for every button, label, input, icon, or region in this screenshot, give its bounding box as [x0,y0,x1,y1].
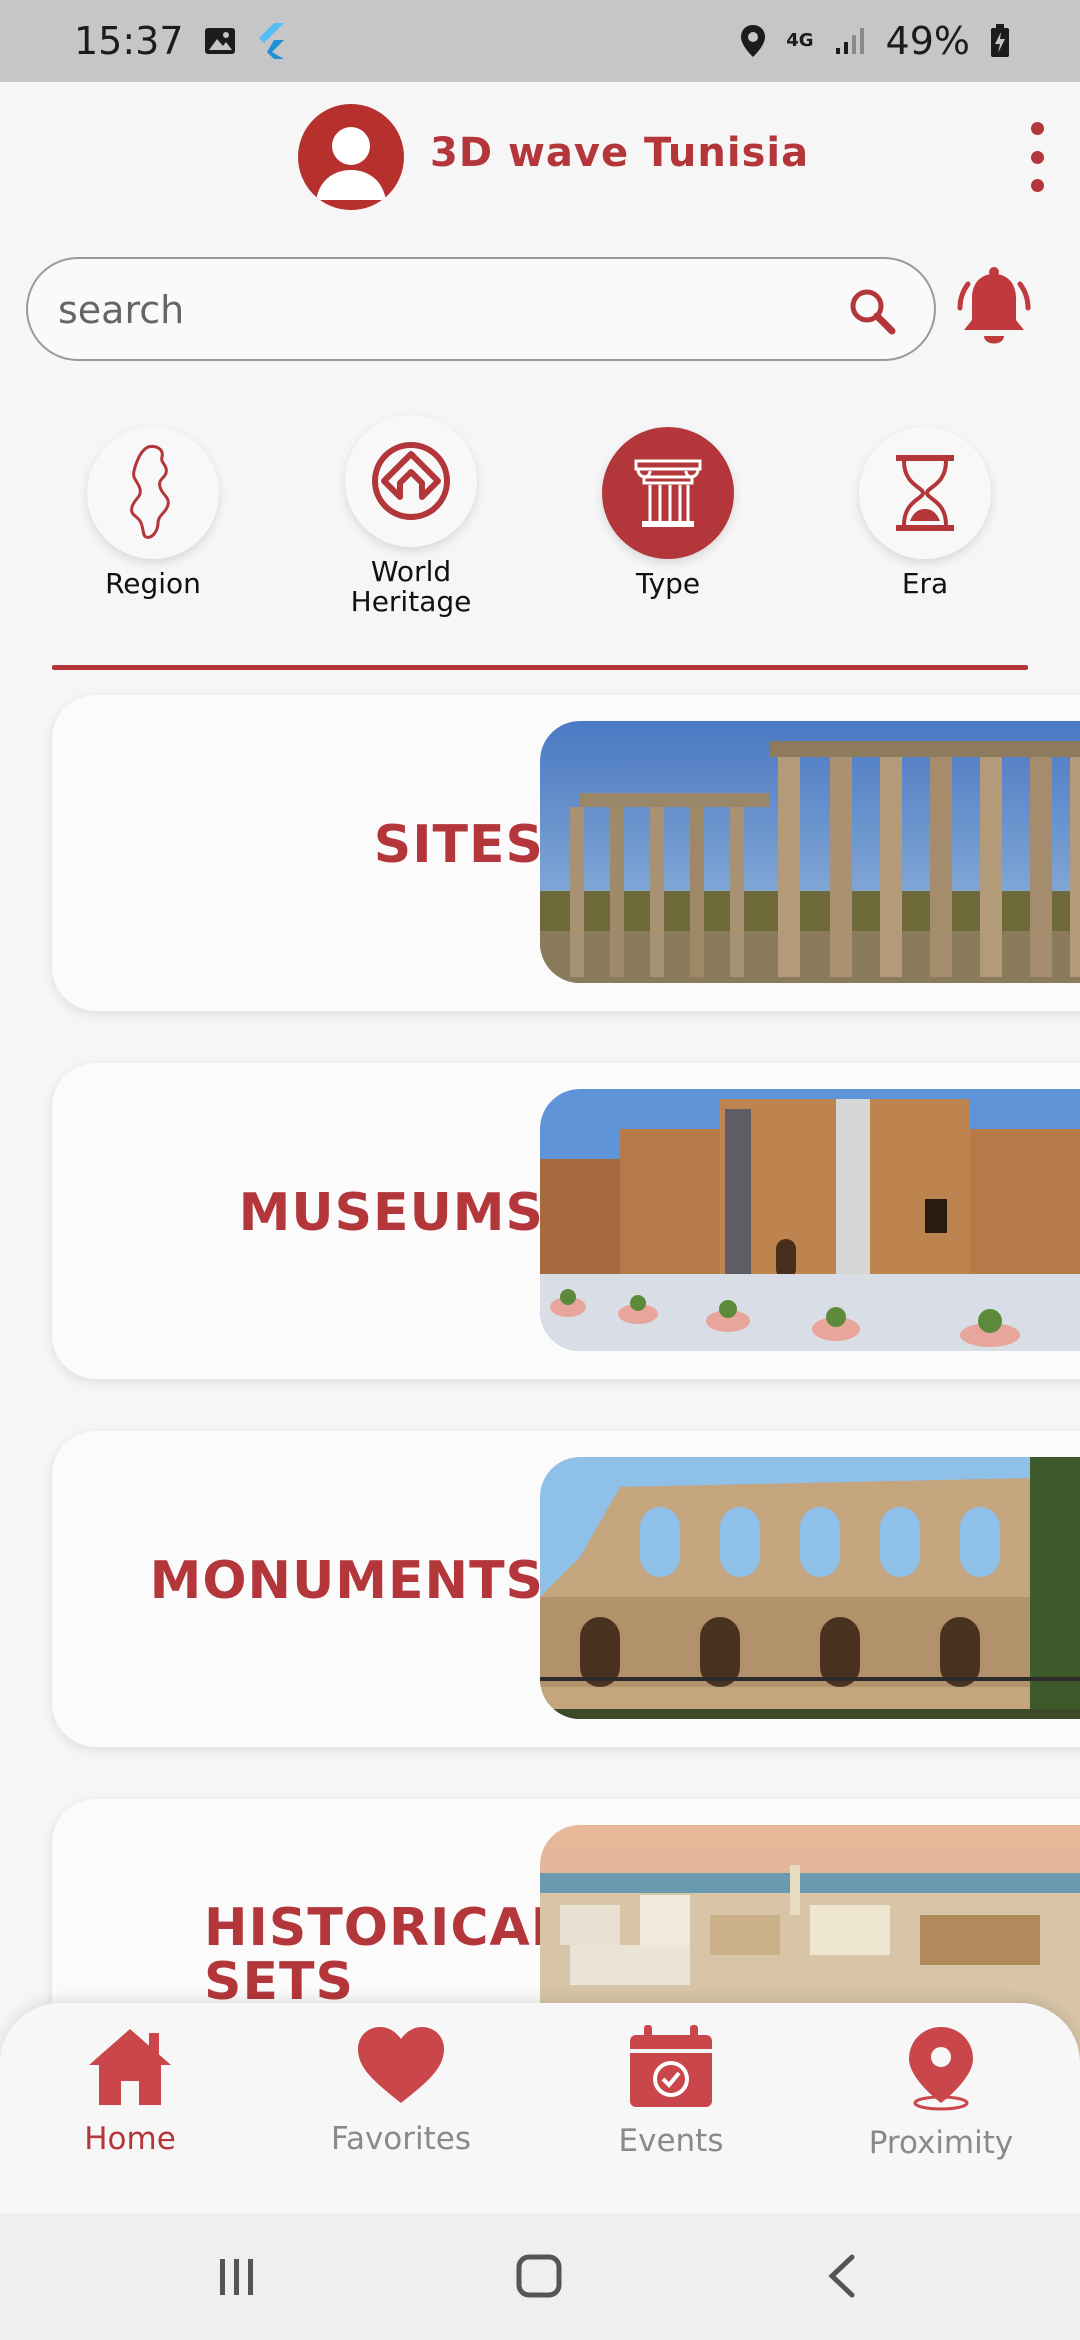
network-type-label: 4G [786,30,814,51]
category-card-sites[interactable]: SITES [52,695,1080,1011]
nav-home[interactable]: Home [20,2025,240,2157]
search-icon[interactable] [846,285,898,337]
search-bar [26,257,936,361]
filter-region[interactable]: Region [53,427,253,599]
category-label-sites: SITES [373,815,544,875]
filter-world-heritage[interactable]: World Heritage [311,415,511,617]
back-icon[interactable] [822,2253,862,2299]
category-card-museums[interactable]: MUSEUMS [52,1063,1080,1379]
gallery-icon [204,27,236,55]
filter-world-heritage-label: World Heritage [350,555,472,618]
filter-world-heritage-button[interactable] [345,415,477,547]
home-icon [89,2029,171,2105]
location-pin-icon [909,2027,973,2111]
nav-favorites-label: Favorites [330,2121,472,2157]
amphitheatre-photo [540,1457,1080,1719]
hourglass-icon [896,455,954,531]
category-label-monuments: MONUMENTS [149,1551,544,1611]
heart-icon [358,2027,444,2103]
filter-era[interactable]: Era [825,427,1025,599]
nav-events-label: Events [618,2123,724,2159]
nav-events[interactable]: Events [561,2025,781,2159]
nav-proximity[interactable]: Proximity [831,2025,1051,2161]
avatar[interactable] [298,104,404,210]
category-card-monuments[interactable]: MONUMENTS [52,1431,1080,1747]
location-status-icon [740,24,766,58]
user-avatar-icon [316,127,386,200]
filter-bar: Region World Heritage Type Era [0,415,1080,645]
nav-favorites[interactable]: Favorites [291,2025,511,2157]
tunisia-map-icon [130,445,170,539]
notification-bell-icon[interactable] [954,264,1034,354]
more-options-icon[interactable] [1022,122,1052,192]
fortress-museum-photo [540,1089,1080,1351]
status-left: 15:37 [74,19,286,63]
filter-type[interactable]: Type [568,427,768,599]
category-label-historical-sets: HISTORICAL SETS [204,1898,565,2012]
home-system-icon[interactable] [514,2253,564,2299]
battery-percent: 49% [885,19,970,63]
flutter-icon [256,23,286,59]
bottom-navigation: Home Favorites Events Proximity [0,2003,1080,2213]
roman-columns-photo [540,721,1080,983]
category-label-museums: MUSEUMS [238,1183,544,1243]
app-header: 3D wave Tunisia [0,82,1080,242]
filter-type-button[interactable] [602,427,734,559]
search-input[interactable] [58,283,838,337]
nav-proximity-label: Proximity [868,2125,1014,2161]
filter-divider [52,665,1028,670]
system-navigation-bar [0,2213,1080,2340]
world-heritage-icon [372,442,450,520]
battery-icon [990,24,1010,58]
network-type: 4G [786,30,814,51]
column-icon [634,459,702,527]
filter-region-button[interactable] [87,427,219,559]
recent-apps-icon[interactable] [214,2253,260,2299]
status-bar: 15:37 4G 49% [0,0,1080,82]
signal-icon [834,26,866,56]
status-right: 4G 49% [740,0,1010,82]
filter-era-label: Era [901,567,949,600]
filter-era-button[interactable] [859,427,991,559]
app-title: 3D wave Tunisia [430,130,810,176]
filter-type-label: Type [635,567,701,600]
calendar-icon [630,2025,712,2107]
filter-region-label: Region [105,567,201,600]
status-time: 15:37 [74,19,184,63]
nav-home-label: Home [84,2121,176,2157]
